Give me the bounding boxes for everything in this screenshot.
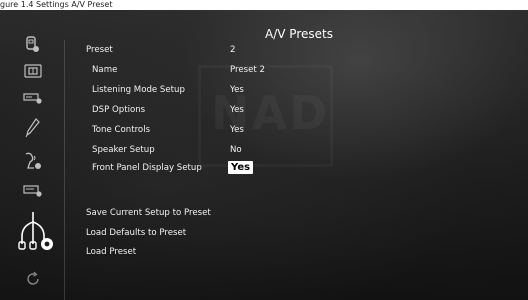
setting-value[interactable]: Yes (230, 85, 244, 95)
setting-label: Listening Mode Setup (92, 85, 185, 95)
setting-label: Name (92, 65, 118, 75)
display-settings-icon[interactable] (18, 87, 48, 109)
sidebar (0, 10, 64, 300)
selected-setting-value[interactable]: Yes (228, 161, 254, 174)
action-item[interactable]: Load Defaults to Preset (86, 228, 186, 238)
setting-label: Speaker Setup (92, 145, 155, 155)
settings-row[interactable]: Name Preset 2 (70, 63, 510, 81)
settings-row[interactable]: Preset 2 (70, 43, 510, 61)
settings-row[interactable]: Tone Controls Yes (70, 123, 510, 141)
zone-settings-icon[interactable] (18, 180, 48, 202)
setting-value[interactable]: Yes (230, 125, 244, 135)
refresh-icon[interactable] (18, 268, 48, 290)
settings-row[interactable]: Listening Mode Setup Yes (70, 83, 510, 101)
settings-row[interactable]: Front Panel Display Setup Yes (70, 161, 510, 179)
setting-value[interactable]: Yes (230, 105, 244, 115)
amplifier-icon[interactable] (18, 60, 48, 82)
settings-row[interactable]: Speaker Setup No (70, 143, 510, 161)
setting-value[interactable]: No (230, 145, 242, 155)
document-caption: gure 1.4 Settings A/V Preset (0, 0, 113, 9)
settings-row[interactable]: DSP Options Yes (70, 103, 510, 121)
setting-label: Preset (86, 45, 113, 55)
page-title: A/V Presets (265, 27, 333, 41)
setting-label: Front Panel Display Setup (92, 163, 202, 173)
speaker-settings-icon[interactable] (18, 150, 48, 172)
av-presets-screen: NAD (0, 10, 528, 300)
setting-label: DSP Options (92, 105, 146, 115)
sidebar-divider (64, 40, 65, 300)
setting-label: Tone Controls (92, 125, 151, 135)
av-presets-icon[interactable] (8, 206, 58, 256)
action-item[interactable]: Save Current Setup to Preset (86, 208, 211, 218)
pen-icon[interactable] (18, 117, 48, 139)
setting-value[interactable]: Preset 2 (230, 65, 265, 75)
setting-value[interactable]: 2 (230, 45, 235, 55)
action-item[interactable]: Load Preset (86, 247, 136, 257)
